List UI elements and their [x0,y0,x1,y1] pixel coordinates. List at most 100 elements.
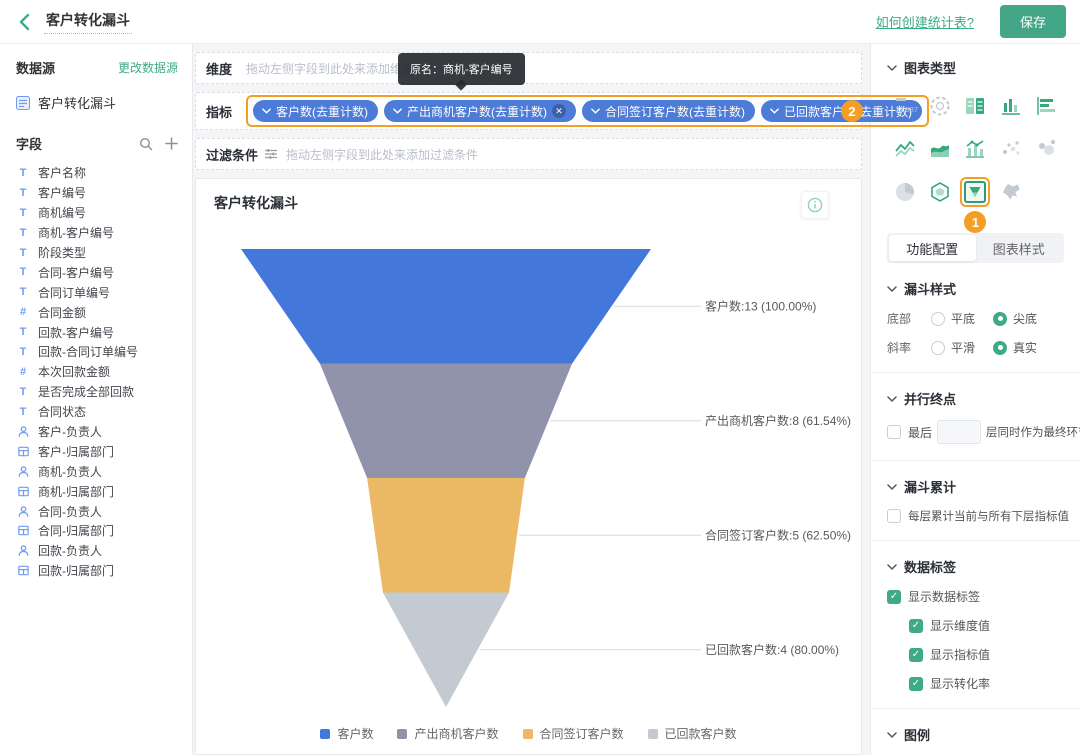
change-datasource-link[interactable]: 更改数据源 [118,59,178,76]
radio-pointed-bottom[interactable] [993,312,1007,326]
config-panel: 图表类型 12,9871 功能配置 图表样式 漏斗样式 底部 平底 [870,44,1080,755]
number-field-icon: # [16,365,30,379]
field-item[interactable]: T合同-客户编号 [16,262,178,282]
chart-type-scatter-plot-icon[interactable] [996,134,1026,164]
show-metric-value-label[interactable]: 显示指标值 [930,646,990,663]
dept-field-icon [16,564,30,578]
field-item[interactable]: #本次回款金额 [16,362,178,382]
pointed-bottom-label[interactable]: 尖底 [1013,310,1037,327]
section-divider [871,460,1080,461]
chart-type-funnel-chart-icon[interactable]: 1 [960,177,990,207]
filter-drop-zone[interactable]: 过滤条件 拖动左侧字段到此处来添加过滤条件 [195,138,862,170]
field-label: 是否完成全部回款 [38,383,134,400]
chart-type-bubble-chart-icon[interactable] [1031,134,1061,164]
cumulative-checkbox[interactable] [887,509,901,523]
field-item[interactable]: T合同订单编号 [16,282,178,302]
metrics-drop-zone[interactable]: 指标 客户数(去重计数)产出商机客户数(去重计数)✕合同签订客户数(去重计数)已… [195,92,862,130]
funnel-cumulative-section-header[interactable]: 漏斗累计 [887,477,1064,496]
chart-type-map-chart-icon[interactable] [996,177,1026,207]
data-label-section-header[interactable]: 数据标签 [887,557,1064,576]
legend-item[interactable]: 客户数 [320,725,373,742]
dimension-placeholder: 拖动左侧字段到此处来添加维度 [246,60,414,77]
add-field-icon[interactable] [165,137,178,150]
radio-flat-bottom[interactable] [931,312,945,326]
tab-chart-style[interactable]: 图表样式 [976,235,1063,261]
show-data-label-text[interactable]: 显示数据标签 [908,588,980,605]
metric-pill[interactable]: 合同签订客户数(去重计数) [582,100,755,122]
metric-pill[interactable]: 产出商机客户数(去重计数)✕ [384,100,576,122]
radio-smooth-slope[interactable] [931,341,945,355]
real-slope-label[interactable]: 真实 [1013,339,1037,356]
metric-pill[interactable]: 客户数(去重计数) [253,100,378,122]
chart-type-line-chart-icon[interactable] [890,134,920,164]
svg-text:12,987: 12,987 [895,105,918,114]
field-item[interactable]: 商机-归属部门 [16,481,178,501]
save-button[interactable]: 保存 [1000,5,1066,38]
chart-info-button[interactable] [801,191,829,219]
remove-metric-icon[interactable]: ✕ [552,104,566,118]
legend-section-header[interactable]: 图例 [887,725,1064,744]
field-item[interactable]: 客户-归属部门 [16,441,178,461]
funnel-style-section-header[interactable]: 漏斗样式 [887,279,1064,298]
field-item[interactable]: 客户-负责人 [16,422,178,442]
field-item[interactable]: #合同金额 [16,302,178,322]
parallel-end-checkbox[interactable] [887,425,901,439]
chart-type-metric-card-icon[interactable]: 12,987 [890,91,920,121]
chart-type-radar-chart-icon[interactable] [925,177,955,207]
chart-type-pie-chart-icon[interactable] [890,177,920,207]
field-item[interactable]: 回款-归属部门 [16,561,178,581]
show-dimension-value-checkbox[interactable] [909,619,923,633]
dimension-drop-zone[interactable]: 维度 拖动左侧字段到此处来添加维度 [195,52,862,84]
flat-bottom-label[interactable]: 平底 [951,310,975,327]
chart-type-area-chart-icon[interactable] [925,134,955,164]
parallel-end-suffix: 层同时作为最终环节 [986,424,1080,440]
chart-type-column-chart-icon[interactable] [996,91,1026,121]
show-conversion-rate-checkbox[interactable] [909,677,923,691]
back-button[interactable] [14,11,36,33]
page-title[interactable]: 客户转化漏斗 [44,10,132,34]
field-item[interactable]: 合同-负责人 [16,501,178,521]
show-dimension-value-label[interactable]: 显示维度值 [930,617,990,634]
field-label: 商机-负责人 [38,463,102,480]
field-label: 合同状态 [38,403,86,420]
legend-item[interactable]: 产出商机客户数 [397,725,498,742]
legend-item[interactable]: 合同签订客户数 [523,725,624,742]
chevron-down-icon [393,108,402,114]
cumulative-option-label[interactable]: 每层累计当前与所有下层指标值 [908,508,1069,524]
field-item[interactable]: 商机-负责人 [16,461,178,481]
chart-type-combo-chart-icon[interactable] [960,134,990,164]
field-item[interactable]: T阶段类型 [16,243,178,263]
field-item[interactable]: 回款-负责人 [16,541,178,561]
show-data-label-checkbox[interactable] [887,590,901,604]
chart-type-section-header[interactable]: 图表类型 [887,58,1064,77]
metric-pill-label: 客户数(去重计数) [276,103,368,120]
show-conversion-rate-label[interactable]: 显示转化率 [930,675,990,692]
field-label: 回款-负责人 [38,542,102,559]
help-link[interactable]: 如何创建统计表? [876,12,974,31]
search-icon[interactable] [139,137,153,151]
chart-type-bar-chart-icon[interactable] [1031,91,1061,121]
field-item[interactable]: T合同状态 [16,402,178,422]
parallel-end-count-input[interactable] [937,420,981,444]
radio-real-slope[interactable] [993,341,1007,355]
smooth-slope-label[interactable]: 平滑 [951,339,975,356]
chart-type-table-icon[interactable] [960,91,990,121]
field-item[interactable]: T商机-客户编号 [16,223,178,243]
funnel-chart: 客户数:13 (100.00%)产出商机客户数:8 (61.54%)合同签订客户… [196,179,861,754]
field-item[interactable]: T回款-客户编号 [16,322,178,342]
chart-type-label: 图表类型 [904,58,956,77]
field-item[interactable]: T是否完成全部回款 [16,382,178,402]
parallel-end-section-header[interactable]: 并行终点 [887,389,1064,408]
datasource-item[interactable]: 客户转化漏斗 [16,93,178,112]
chart-type-gauge-icon[interactable] [925,91,955,121]
field-item[interactable]: T商机编号 [16,203,178,223]
show-metric-value-checkbox[interactable] [909,648,923,662]
field-item[interactable]: T回款-合同订单编号 [16,342,178,362]
field-item[interactable]: T客户编号 [16,183,178,203]
tab-function-config[interactable]: 功能配置 [889,235,976,261]
legend-item[interactable]: 已回款客户数 [648,725,737,742]
chart-title: 客户转化漏斗 [214,193,298,213]
field-item[interactable]: 合同-归属部门 [16,521,178,541]
chevron-down-icon [262,108,271,114]
field-item[interactable]: T客户名称 [16,163,178,183]
